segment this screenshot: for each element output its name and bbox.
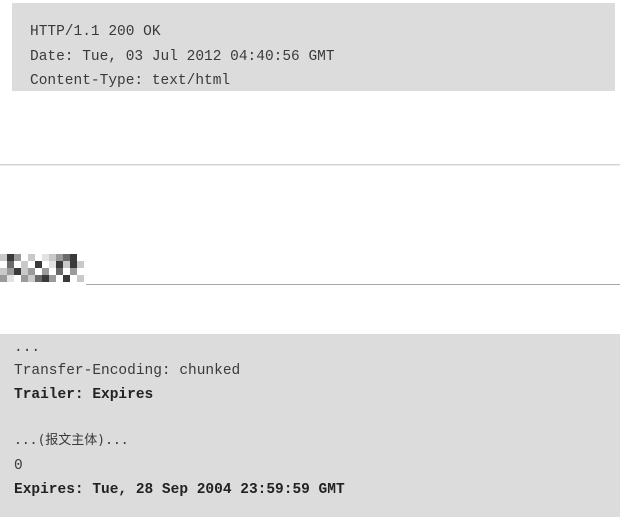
transfer-encoding-line: Transfer-Encoding: chunked (14, 363, 241, 379)
checker-cell (0, 268, 7, 275)
checker-cell (70, 261, 77, 268)
checker-cell (35, 261, 42, 268)
checker-cell (49, 261, 56, 268)
date-header-line: Date: Tue, 03 Jul 2012 04:40:56 GMT (30, 49, 335, 65)
checker-cell (56, 254, 63, 261)
checker-cell (14, 254, 21, 261)
checker-cell (7, 254, 14, 261)
checker-cell (56, 268, 63, 275)
trailer-header-line: Trailer: Expires (14, 387, 154, 403)
content-type-header-line: Content-Type: text/html (30, 73, 231, 89)
checker-cell (28, 268, 35, 275)
expires-trailer-line: Expires: Tue, 28 Sep 2004 23:59:59 GMT (14, 482, 345, 498)
checker-cell (42, 268, 49, 275)
checker-cell (7, 261, 14, 268)
checker-cell (70, 254, 77, 261)
checker-cell (49, 275, 56, 282)
checker-cell (42, 275, 49, 282)
section-heading-rule (86, 284, 620, 285)
checker-cell (56, 261, 63, 268)
checker-cell (63, 275, 70, 282)
chunked-trailer-example-block: ... Transfer-Encoding: chunked Trailer: … (0, 334, 620, 517)
checker-cell (28, 275, 35, 282)
http-response-header-block: HTTP/1.1 200 OK Date: Tue, 03 Jul 2012 0… (12, 3, 615, 91)
section-divider (0, 164, 620, 166)
message-body-placeholder-line: ...(报文主体)... (14, 433, 129, 448)
checker-cell (21, 268, 28, 275)
checker-cell (42, 254, 49, 261)
checker-cell (7, 268, 14, 275)
checker-cell (35, 275, 42, 282)
checker-cell (28, 254, 35, 261)
checker-cell (0, 275, 7, 282)
checker-cell (7, 275, 14, 282)
checker-cell (77, 261, 84, 268)
checker-cell (49, 254, 56, 261)
section-marker-pattern (0, 254, 84, 282)
checker-cell (77, 275, 84, 282)
checker-cell (0, 254, 7, 261)
checker-cell (14, 268, 21, 275)
checker-cell (63, 261, 70, 268)
checker-cell (63, 254, 70, 261)
checker-cell (70, 268, 77, 275)
ellipsis-line: ... (14, 340, 41, 356)
checker-cell (21, 261, 28, 268)
last-chunk-line: 0 (14, 458, 23, 474)
status-line: HTTP/1.1 200 OK (30, 24, 161, 40)
checker-cell (21, 275, 28, 282)
